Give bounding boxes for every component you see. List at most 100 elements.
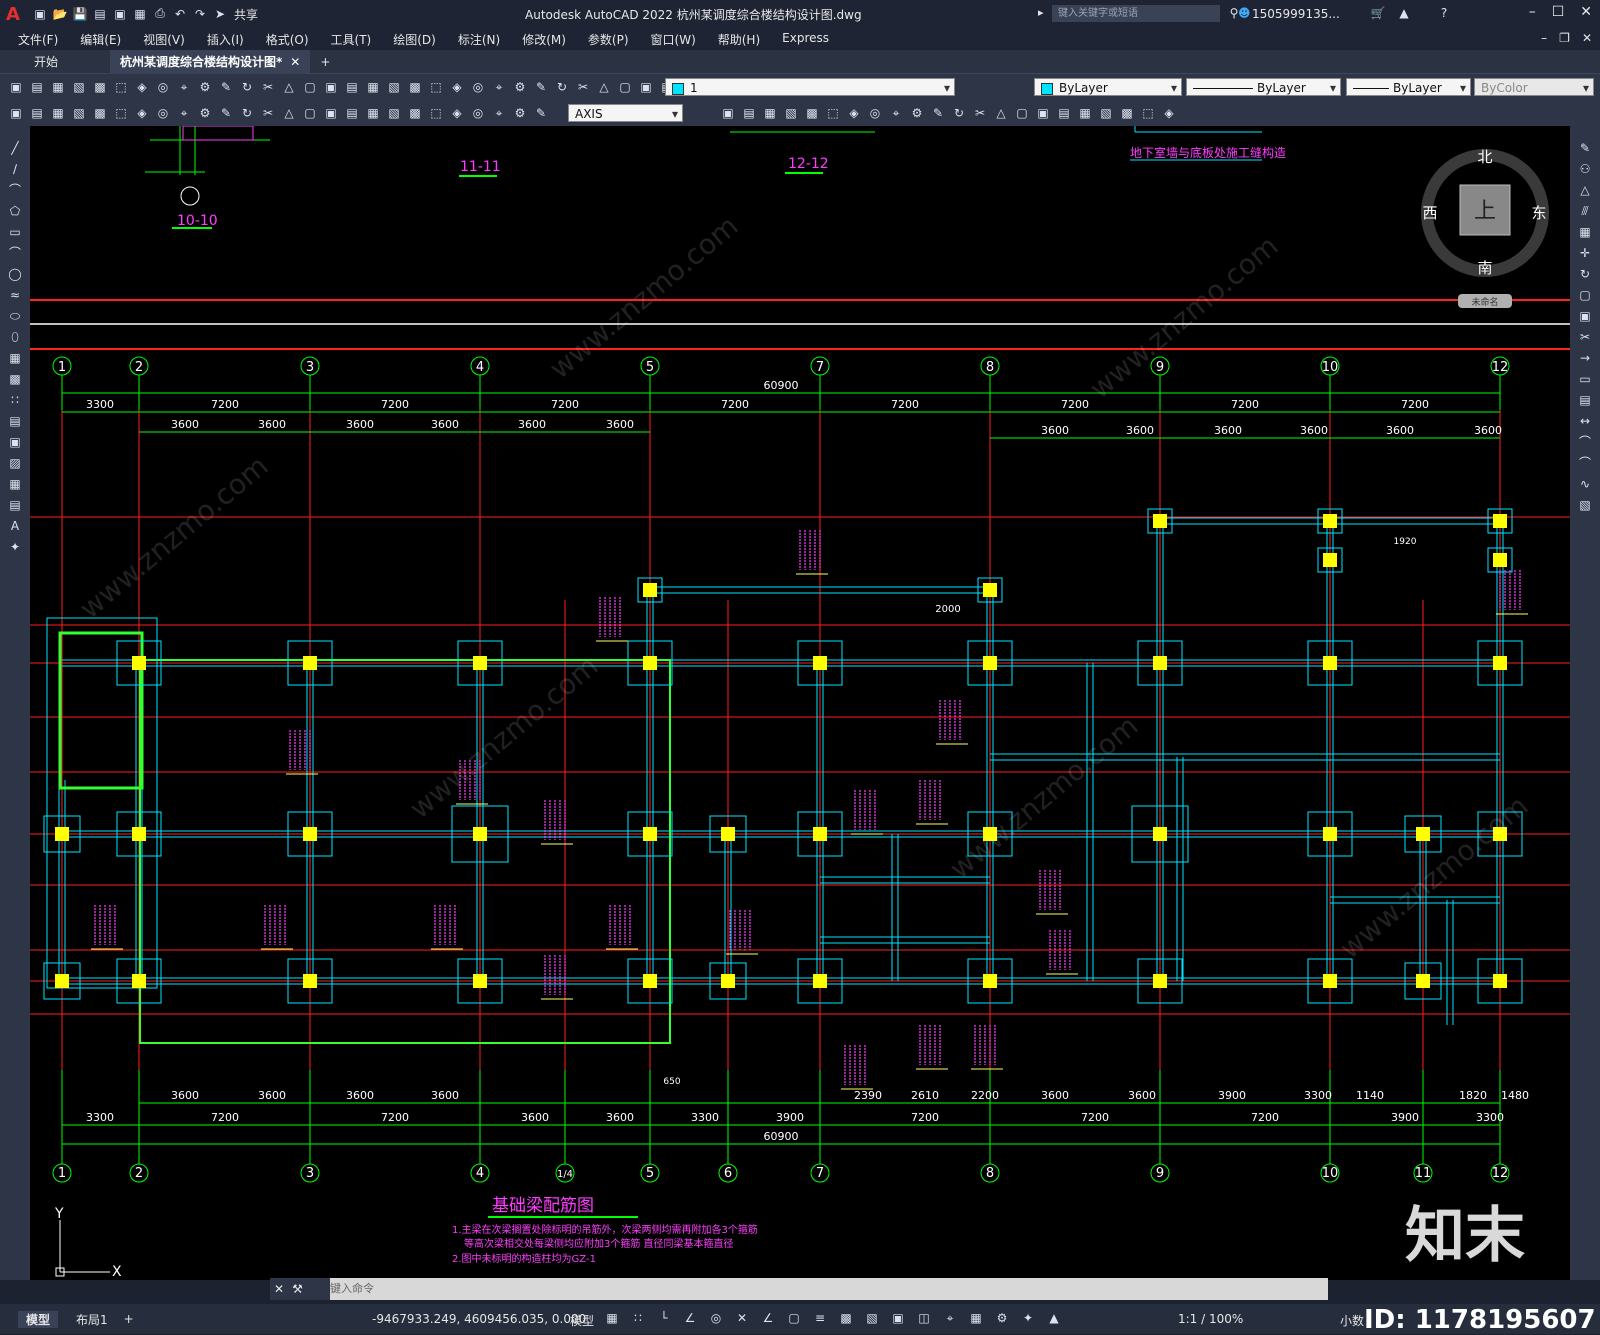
linetype-dropdown[interactable]: ByLayer <box>1186 78 1341 97</box>
standard-tool-icon[interactable]: ◎ <box>155 79 171 95</box>
standard-tool-icon[interactable]: ▢ <box>617 79 633 95</box>
draw-tool-icon[interactable]: A <box>7 518 23 534</box>
standard-tool-icon[interactable]: ↻ <box>554 79 570 95</box>
menu-view[interactable]: 视图(V) <box>143 31 185 48</box>
undo-icon[interactable]: ↶ <box>172 6 188 22</box>
menu-edit[interactable]: 编辑(E) <box>80 31 121 48</box>
modify-tool-icon[interactable]: ◎ <box>867 105 883 121</box>
standard-tool-icon[interactable]: ▧ <box>71 79 87 95</box>
draw-tool-icon[interactable]: ▦ <box>7 476 23 492</box>
modify-tool-icon[interactable]: ◈ <box>846 105 862 121</box>
menu-window[interactable]: 窗口(W) <box>651 31 696 48</box>
standard-tool-icon[interactable]: ⚙ <box>512 79 528 95</box>
draw-tool-icon[interactable]: ▦ <box>7 350 23 366</box>
modify-tool-icon[interactable]: △ <box>993 105 1009 121</box>
modify-tool-icon[interactable]: ▤ <box>1577 392 1593 408</box>
status-toggle-icon[interactable]: ▣ <box>890 1310 906 1326</box>
standard-tool-icon[interactable]: ▧ <box>386 79 402 95</box>
layer-dropdown[interactable]: 1 <box>665 78 955 97</box>
standard-tool-icon[interactable]: ▤ <box>29 79 45 95</box>
compass-north[interactable]: 北 <box>1477 148 1492 166</box>
modify-tool-icon[interactable]: ⬚ <box>825 105 841 121</box>
drawing-canvas[interactable]: 11-11 12-12 10-10 地下室墙与底板处施工缝构造 北 南 东 西 … <box>30 126 1570 1280</box>
lineweight-dropdown[interactable]: ByLayer <box>1346 78 1471 97</box>
draw-tool-icon[interactable]: ⌒ <box>7 245 23 261</box>
standard-tool-icon[interactable]: ✂ <box>575 79 591 95</box>
draw-tool-icon[interactable]: ∷ <box>7 392 23 408</box>
dimension-tool-icon[interactable]: ⚙ <box>197 105 213 121</box>
draw-tool-icon[interactable]: ▨ <box>7 455 23 471</box>
modify-tool-icon[interactable]: ▣ <box>1577 308 1593 324</box>
standard-tool-icon[interactable]: ▩ <box>407 79 423 95</box>
dimension-tool-icon[interactable]: ⌖ <box>176 105 192 121</box>
command-input[interactable]: 键入命令 <box>270 1278 1328 1300</box>
draw-tool-icon[interactable]: ◯ <box>7 266 23 282</box>
modify-tool-icon[interactable]: ↔ <box>1577 413 1593 429</box>
status-toggle-icon[interactable]: ∠ <box>760 1310 776 1326</box>
status-toggle-icon[interactable]: ∠ <box>682 1310 698 1326</box>
add-layout-button[interactable]: + <box>116 1312 142 1326</box>
modify-tool-icon[interactable]: ⚇ <box>1577 161 1593 177</box>
saveas-icon[interactable]: ▤ <box>92 6 108 22</box>
modify-tool-icon[interactable]: ▧ <box>783 105 799 121</box>
menu-help[interactable]: 帮助(H) <box>718 31 760 48</box>
status-toggle-icon[interactable]: ∷ <box>630 1310 646 1326</box>
tab-layout1[interactable]: 布局1 <box>68 1311 116 1328</box>
modify-tool-icon[interactable]: ▧ <box>1577 497 1593 513</box>
search-input[interactable]: 键入关键字或短语 <box>1052 5 1220 22</box>
compass-east[interactable]: 东 <box>1531 204 1546 222</box>
compass-south[interactable]: 南 <box>1477 259 1492 277</box>
draw-tool-icon[interactable]: ⬠ <box>7 203 23 219</box>
dimension-tool-icon[interactable]: ◎ <box>470 105 486 121</box>
publish-icon[interactable]: ▦ <box>132 6 148 22</box>
dimension-tool-icon[interactable]: ✎ <box>218 105 234 121</box>
modify-tool-icon[interactable]: ▦ <box>1077 105 1093 121</box>
draw-tool-icon[interactable]: ∕ <box>7 161 23 177</box>
model-space-button[interactable]: 模型 <box>570 1312 594 1329</box>
plotstyle-dropdown[interactable]: ByColor <box>1474 78 1594 97</box>
modify-tool-icon[interactable]: ⚙ <box>909 105 925 121</box>
modify-tool-icon[interactable]: ▤ <box>741 105 757 121</box>
standard-tool-icon[interactable]: ▣ <box>8 79 24 95</box>
draw-tool-icon[interactable]: ▤ <box>7 413 23 429</box>
draw-tool-icon[interactable]: ▭ <box>7 224 23 240</box>
modify-tool-icon[interactable]: ✎ <box>930 105 946 121</box>
modify-tool-icon[interactable]: ∿ <box>1577 476 1593 492</box>
annotation-scale[interactable]: 1:1 / 100% <box>1178 1312 1243 1326</box>
standard-tool-icon[interactable]: ⚙ <box>197 79 213 95</box>
user-name[interactable]: 1505999135... <box>1252 7 1340 21</box>
status-toggle-icon[interactable]: ✦ <box>1020 1310 1036 1326</box>
dimension-tool-icon[interactable]: ▧ <box>71 105 87 121</box>
modify-tool-icon[interactable]: ⌖ <box>888 105 904 121</box>
dimension-tool-icon[interactable]: ▦ <box>365 105 381 121</box>
share-icon[interactable]: ➤ <box>212 6 228 22</box>
menu-parametric[interactable]: 参数(P) <box>588 31 629 48</box>
standard-tool-icon[interactable]: ⬚ <box>113 79 129 95</box>
draw-tool-icon[interactable]: ▣ <box>7 434 23 450</box>
dimension-tool-icon[interactable]: ▢ <box>302 105 318 121</box>
standard-tool-icon[interactable]: ▢ <box>302 79 318 95</box>
tab-add-button[interactable]: + <box>310 50 340 74</box>
modify-tool-icon[interactable]: ✂ <box>1577 329 1593 345</box>
status-toggle-icon[interactable]: ⌖ <box>942 1310 958 1326</box>
autocad-logo[interactable]: A <box>0 1 26 27</box>
status-toggle-icon[interactable]: ▢ <box>786 1310 802 1326</box>
tab-model[interactable]: 模型 <box>18 1310 59 1328</box>
status-toggle-icon[interactable]: ◎ <box>708 1310 724 1326</box>
dimension-tool-icon[interactable]: ✎ <box>533 105 549 121</box>
dimension-tool-icon[interactable]: ◈ <box>134 105 150 121</box>
menu-insert[interactable]: 插入(I) <box>207 31 244 48</box>
modify-tool-icon[interactable]: ↻ <box>1577 266 1593 282</box>
modify-tool-icon[interactable]: △ <box>1577 182 1593 198</box>
viewcube[interactable] <box>1421 149 1549 308</box>
modify-tool-icon[interactable]: ▧ <box>1098 105 1114 121</box>
new-icon[interactable]: ▣ <box>32 6 48 22</box>
status-toggle-icon[interactable]: ✕ <box>734 1310 750 1326</box>
standard-tool-icon[interactable]: ▣ <box>323 79 339 95</box>
dimension-tool-icon[interactable]: ▤ <box>29 105 45 121</box>
coordinates-readout[interactable]: -9467933.249, 4609456.035, 0.000 <box>372 1312 586 1326</box>
menu-express[interactable]: Express <box>782 31 829 48</box>
maximize-icon[interactable]: ☐ <box>1552 4 1565 20</box>
redo-icon[interactable]: ↷ <box>192 6 208 22</box>
menu-format[interactable]: 格式(O) <box>266 31 309 48</box>
